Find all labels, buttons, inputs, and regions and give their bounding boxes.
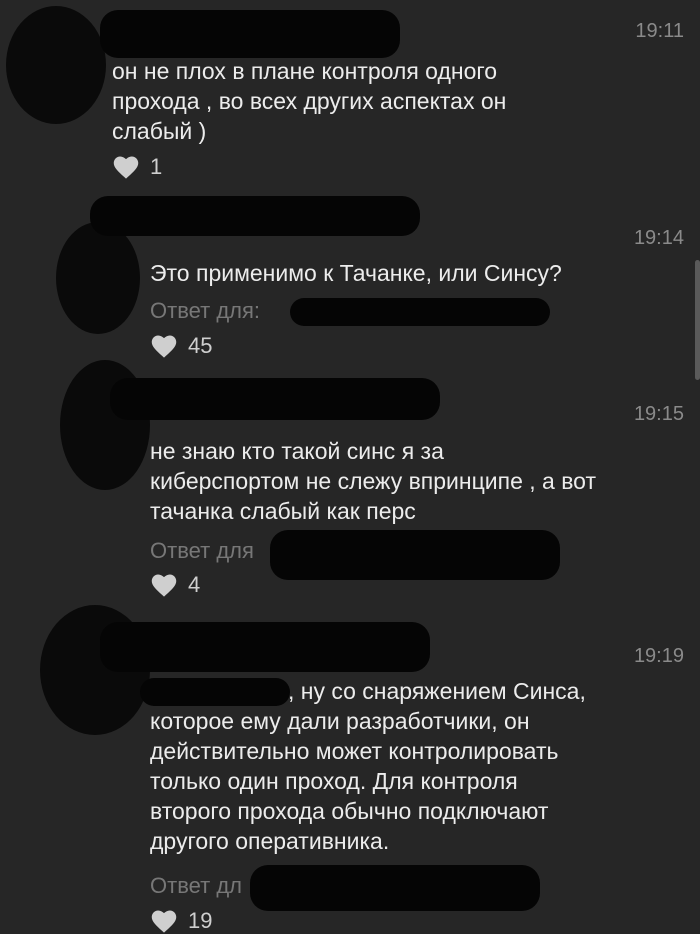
avatar[interactable]	[56, 222, 140, 334]
like-count: 4	[188, 572, 201, 597]
heart-icon	[150, 908, 178, 934]
reply-to-label[interactable]: Ответ для	[150, 537, 254, 565]
reply-to-label[interactable]: Ответ для:	[150, 297, 260, 325]
like-count: 45	[188, 333, 213, 358]
comment-time: 19:19	[633, 645, 684, 667]
comment-time: 19:14	[633, 227, 684, 249]
redacted-username	[100, 622, 430, 672]
comment-time: 19:11	[635, 20, 684, 42]
comment-text: , ну со снаряжением Синса, которое ему д…	[150, 678, 586, 854]
reply-to-label[interactable]: Ответ дл	[150, 872, 242, 900]
like-button[interactable]: 4	[150, 572, 200, 598]
like-button[interactable]: 45	[150, 333, 212, 359]
heart-icon	[150, 333, 178, 359]
comment-time: 19:15	[633, 403, 684, 425]
like-count: 19	[188, 908, 213, 933]
redacted-reply-name	[290, 298, 550, 326]
scrollbar[interactable]	[695, 260, 700, 380]
like-button[interactable]: 19	[150, 908, 212, 934]
redacted-username	[100, 10, 400, 58]
redacted-username	[110, 378, 440, 420]
redacted-username	[90, 196, 420, 236]
redacted-reply-name	[250, 865, 540, 911]
like-count: 1	[150, 154, 163, 179]
comment-text: он не плох в плане контроля одного прохо…	[112, 58, 507, 144]
comment-text: Это применимо к Тачанке, или Синсу?	[150, 260, 562, 286]
heart-icon	[112, 154, 140, 180]
heart-icon	[150, 572, 178, 598]
redacted-reply-name	[270, 530, 560, 580]
avatar[interactable]	[6, 6, 106, 124]
comment-text: не знаю кто такой синс я за киберспортом…	[150, 438, 596, 524]
like-button[interactable]: 1	[112, 154, 162, 180]
